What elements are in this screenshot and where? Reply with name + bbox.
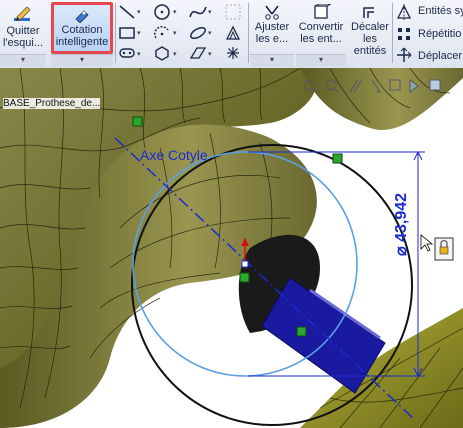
axis-label[interactable]: Axe Cotyle	[140, 147, 208, 163]
polygon-dropdown[interactable]: ▾	[173, 50, 177, 58]
exit-sketch-button[interactable]: Quitter l'esqui...	[0, 2, 46, 54]
mirror-icon[interactable]	[396, 4, 412, 20]
ellipse-icon[interactable]	[188, 24, 208, 42]
pencil-exit-icon	[14, 6, 31, 21]
slot-icon[interactable]	[118, 46, 136, 60]
fillet-icon[interactable]	[224, 24, 242, 42]
slot-dropdown[interactable]: ▾	[137, 50, 141, 58]
smart-dimension-button[interactable]: Cotation intelligente	[51, 2, 113, 54]
ellipse-dropdown[interactable]: ▾	[208, 29, 212, 37]
polygon-icon[interactable]	[153, 45, 171, 61]
mirror-entities-button[interactable]: Entités sy	[418, 5, 463, 17]
line-icon[interactable]	[118, 4, 136, 20]
smart-dimension-label: Cotation intelligente	[55, 24, 109, 48]
exit-sketch-dropdown[interactable]: ▾	[0, 54, 46, 67]
command-ribbon: Quitter l'esqui... ▾ Cotation intelligen…	[0, 0, 463, 69]
offset-icon	[363, 7, 374, 18]
graphics-viewport[interactable]: BASE_Prothese_de... Axe Cotyle ⌀ 43,942	[0, 68, 463, 428]
separator	[248, 3, 249, 63]
plane-dropdown[interactable]: ▾	[208, 50, 212, 58]
trim-icon	[265, 5, 279, 20]
trim-label: Ajuster les e...	[254, 21, 290, 45]
separator	[392, 3, 393, 63]
convert-icon	[314, 4, 331, 19]
dimension-cursor-icon	[420, 234, 454, 261]
arc-dropdown[interactable]: ▾	[173, 29, 177, 37]
circle-dropdown[interactable]: ▾	[173, 8, 177, 16]
convert-entities-button[interactable]: Convertir les ent...	[296, 2, 346, 54]
dimension-value[interactable]: ⌀ 43,942	[391, 193, 411, 256]
linear-pattern-button[interactable]: Répétitio	[418, 28, 461, 40]
circle-icon[interactable]	[153, 3, 171, 21]
smart-dimension-icon	[75, 10, 89, 23]
pattern-icon[interactable]	[396, 26, 412, 42]
grid-icon[interactable]	[224, 3, 242, 21]
feature-tree-label[interactable]: BASE_Prothese_de...	[3, 98, 101, 109]
rectangle-icon[interactable]	[118, 25, 136, 41]
trim-entities-button[interactable]: Ajuster les e...	[250, 2, 294, 54]
smart-dimension-dropdown[interactable]: ▾	[51, 54, 113, 67]
spline-icon[interactable]	[188, 3, 208, 21]
trim-dropdown[interactable]: ▾	[250, 54, 294, 67]
hide-show-icon	[429, 79, 441, 91]
offset-entities-button[interactable]: Décaler les entités	[349, 2, 391, 57]
point-icon[interactable]	[226, 46, 240, 60]
arc-icon[interactable]	[153, 24, 171, 42]
convert-dropdown[interactable]: ▾	[296, 54, 346, 67]
exit-sketch-label: Quitter l'esqui...	[2, 25, 43, 49]
move-icon[interactable]	[396, 47, 412, 63]
rectangle-dropdown[interactable]: ▾	[137, 29, 141, 37]
spline-dropdown[interactable]: ▾	[208, 8, 212, 16]
offset-label: Décaler les entités	[351, 21, 389, 57]
separator	[115, 3, 116, 63]
convert-label: Convertir les ent...	[298, 21, 344, 45]
move-entities-button[interactable]: Déplacer	[418, 50, 462, 62]
plane-icon[interactable]	[188, 45, 208, 61]
line-dropdown[interactable]: ▾	[137, 8, 141, 16]
